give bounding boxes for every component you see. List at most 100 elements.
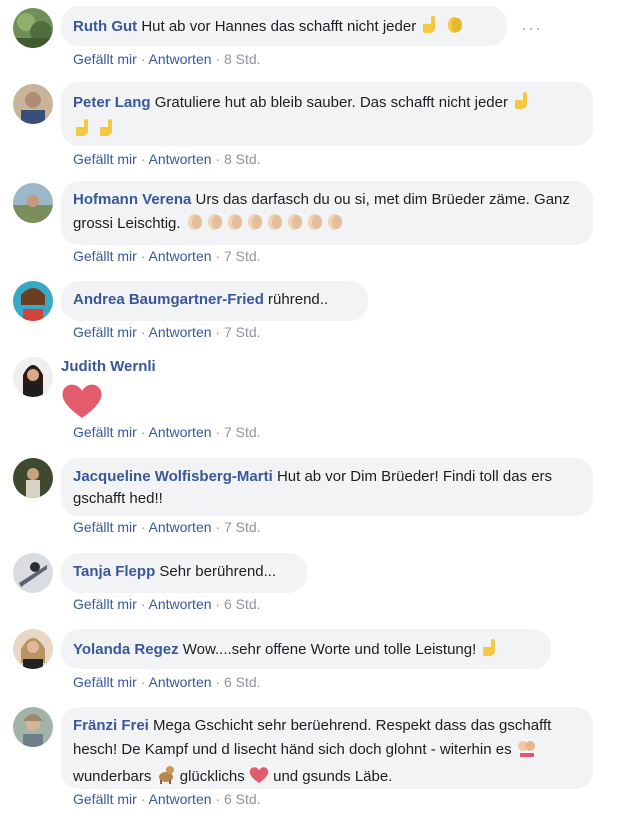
clapping-hands-icon bbox=[245, 211, 265, 238]
reply-link[interactable]: Antworten bbox=[148, 324, 211, 340]
separator: · bbox=[215, 324, 221, 340]
timestamp[interactable]: 6 Std. bbox=[224, 791, 261, 807]
author-name[interactable]: Hofmann Verena bbox=[73, 191, 191, 208]
timestamp[interactable]: 7 Std. bbox=[224, 519, 261, 535]
clapping-hands-icon bbox=[325, 211, 345, 238]
comment-text: glücklichs bbox=[179, 768, 245, 785]
clapping-hands-icon bbox=[285, 211, 305, 238]
comment-actions: Gefällt mir · Antworten · 6 Std. bbox=[73, 596, 261, 612]
separator: · bbox=[140, 151, 146, 167]
comment-bubble: Yolanda Regez Wow....sehr offene Worte u… bbox=[61, 629, 551, 669]
separator: · bbox=[215, 674, 221, 690]
avatar[interactable] bbox=[13, 84, 53, 124]
comment-actions: Gefällt mir · Antworten · 7 Std. bbox=[73, 424, 261, 440]
comment-bubble: Ruth Gut Hut ab vor Hannes das schafft n… bbox=[61, 6, 507, 46]
comment-bubble: Fränzi Frei Mega Gschicht sehr berüehren… bbox=[61, 707, 593, 789]
clapping-hands-icon bbox=[445, 14, 465, 41]
clapping-hands-icon bbox=[205, 211, 225, 238]
clapping-hands-icon bbox=[305, 211, 325, 238]
comment-text: Gratuliere hut ab bleib sauber. Das scha… bbox=[154, 94, 508, 111]
pointing-hand-icon bbox=[73, 117, 93, 144]
avatar[interactable] bbox=[13, 8, 53, 48]
separator: · bbox=[215, 596, 221, 612]
like-link[interactable]: Gefällt mir bbox=[73, 248, 137, 264]
separator: · bbox=[215, 51, 221, 67]
like-link[interactable]: Gefällt mir bbox=[73, 324, 137, 340]
reply-link[interactable]: Antworten bbox=[148, 51, 211, 67]
author-name[interactable]: Ruth Gut bbox=[73, 18, 137, 35]
comment-actions: Gefällt mir · Antworten · 7 Std. bbox=[73, 248, 261, 264]
comment-actions: Gefällt mir · Antworten · 7 Std. bbox=[73, 324, 261, 340]
separator: · bbox=[215, 519, 221, 535]
separator: · bbox=[215, 248, 221, 264]
comment-actions: Gefällt mir · Antworten · 8 Std. bbox=[73, 151, 261, 167]
avatar[interactable] bbox=[13, 629, 53, 669]
avatar[interactable] bbox=[13, 458, 53, 498]
author-name[interactable]: Yolanda Regez bbox=[73, 641, 179, 658]
reply-link[interactable]: Antworten bbox=[148, 791, 211, 807]
timestamp[interactable]: 8 Std. bbox=[224, 151, 261, 167]
pointing-hand-icon bbox=[480, 637, 500, 664]
separator: · bbox=[140, 248, 146, 264]
comment-actions: Gefällt mir · Antworten · 6 Std. bbox=[73, 791, 261, 807]
timestamp[interactable]: 6 Std. bbox=[224, 674, 261, 690]
like-link[interactable]: Gefällt mir bbox=[73, 51, 137, 67]
comment-text: und gsunds Läbe. bbox=[273, 768, 393, 785]
author-name[interactable]: Jacqueline Wolfisberg-Marti bbox=[73, 468, 273, 485]
comment-text: wunderbars bbox=[73, 768, 152, 785]
kiss-couple-icon bbox=[516, 737, 536, 764]
like-link[interactable]: Gefällt mir bbox=[73, 424, 137, 440]
reply-link[interactable]: Antworten bbox=[148, 151, 211, 167]
timestamp[interactable]: 8 Std. bbox=[224, 51, 261, 67]
more-options-icon[interactable]: ··· bbox=[521, 18, 542, 39]
author-name[interactable]: Peter Lang bbox=[73, 94, 151, 111]
clapping-hands-icon bbox=[265, 211, 285, 238]
author-name[interactable]: Andrea Baumgartner-Fried bbox=[73, 291, 264, 308]
reply-link[interactable]: Antworten bbox=[148, 424, 211, 440]
timestamp[interactable]: 7 Std. bbox=[224, 424, 261, 440]
author-name[interactable]: Tanja Flepp bbox=[73, 563, 155, 580]
like-link[interactable]: Gefällt mir bbox=[73, 674, 137, 690]
avatar[interactable] bbox=[13, 281, 53, 321]
author-name[interactable]: Judith Wernli bbox=[61, 358, 156, 375]
pointing-hand-icon bbox=[512, 90, 532, 117]
comment-actions: Gefällt mir · Antworten · 8 Std. bbox=[73, 51, 261, 67]
comment-text: Wow....sehr offene Worte und tolle Leist… bbox=[182, 641, 477, 658]
avatar[interactable] bbox=[13, 707, 53, 747]
timestamp[interactable]: 6 Std. bbox=[224, 596, 261, 612]
comment-bubble: Jacqueline Wolfisberg-Marti Hut ab vor D… bbox=[61, 458, 593, 516]
avatar[interactable] bbox=[13, 183, 53, 223]
clapping-hands-row bbox=[185, 214, 345, 232]
comment-bubble: Peter Lang Gratuliere hut ab bleib saube… bbox=[61, 82, 593, 146]
author-name[interactable]: Fränzi Frei bbox=[73, 717, 149, 734]
comment-bubble: Tanja Flepp Sehr berührend... bbox=[61, 553, 307, 593]
separator: · bbox=[140, 519, 146, 535]
avatar[interactable] bbox=[13, 357, 53, 397]
comment-actions: Gefällt mir · Antworten · 7 Std. bbox=[73, 519, 261, 535]
comment-text: Sehr berührend... bbox=[159, 563, 277, 580]
reply-link[interactable]: Antworten bbox=[148, 674, 211, 690]
avatar[interactable] bbox=[13, 553, 53, 593]
like-link[interactable]: Gefällt mir bbox=[73, 151, 137, 167]
separator: · bbox=[140, 791, 146, 807]
reply-link[interactable]: Antworten bbox=[148, 519, 211, 535]
reply-link[interactable]: Antworten bbox=[148, 596, 211, 612]
separator: · bbox=[215, 151, 221, 167]
timestamp[interactable]: 7 Std. bbox=[224, 248, 261, 264]
like-link[interactable]: Gefällt mir bbox=[73, 791, 137, 807]
pointing-hand-icon bbox=[97, 117, 117, 144]
separator: · bbox=[215, 791, 221, 807]
like-link[interactable]: Gefällt mir bbox=[73, 596, 137, 612]
comment-bubble: Andrea Baumgartner-Fried rührend.. bbox=[61, 281, 368, 321]
like-link[interactable]: Gefällt mir bbox=[73, 519, 137, 535]
separator: · bbox=[140, 51, 146, 67]
comment-text: rührend.. bbox=[268, 291, 329, 308]
clapping-hands-icon bbox=[225, 211, 245, 238]
separator: · bbox=[140, 324, 146, 340]
comment-text: Hut ab vor Hannes das schafft nicht jede… bbox=[141, 18, 417, 35]
separator: · bbox=[140, 596, 146, 612]
timestamp[interactable]: 7 Std. bbox=[224, 324, 261, 340]
comment-bubble: Hofmann Verena Urs das darfasch du ou si… bbox=[61, 181, 593, 245]
comment-actions: Gefällt mir · Antworten · 6 Std. bbox=[73, 674, 261, 690]
reply-link[interactable]: Antworten bbox=[148, 248, 211, 264]
